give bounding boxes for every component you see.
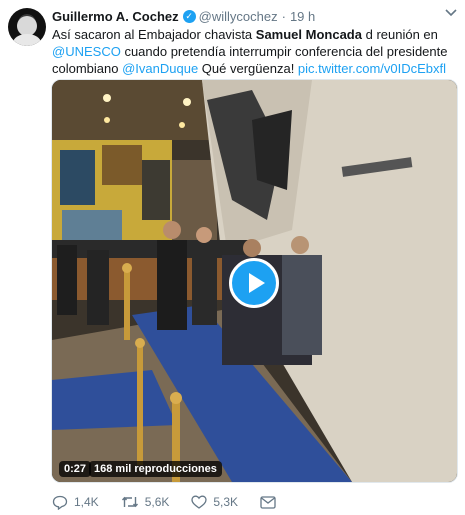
retweet-count: 5,6K [144,495,170,509]
tweet-header: Guillermo A. Cochez ✓ @willycochez · 19 … [52,9,315,24]
text-bold-name: Samuel Moncada [255,27,362,42]
pic-link[interactable]: pic.twitter.com/v0IDcEbxfl [298,61,446,76]
video-view-count: 168 mil reproducciones [89,461,222,477]
direct-message-button[interactable] [260,495,282,509]
video-duration: 0:27 [59,461,92,477]
tweet-card[interactable]: Guillermo A. Cochez ✓ @willycochez · 19 … [0,0,465,515]
tweet-text: Así sacaron al Embajador chavista Samuel… [52,26,460,77]
author-name[interactable]: Guillermo A. Cochez [52,9,179,24]
like-button[interactable]: 5,3K [191,495,238,509]
like-count: 5,3K [213,495,239,509]
video-player[interactable]: 0:27 168 mil reproducciones [51,79,458,483]
mention-link-unesco[interactable]: @UNESCO [52,44,121,59]
like-icon [191,495,208,509]
retweet-button[interactable]: 5,6K [121,495,170,509]
retweet-icon [121,496,138,508]
direct-message-icon [260,495,276,509]
mention-link-ivanduque[interactable]: @IvanDuque [122,61,198,76]
reply-count: 1,4K [74,495,99,509]
verified-badge-icon: ✓ [182,10,196,23]
author-avatar[interactable] [8,8,46,46]
play-icon [249,273,265,293]
reply-button[interactable]: 1,4K [52,495,99,510]
text-plain: Qué vergüenza! [198,61,298,76]
tweet-actions: 1,4K 5,6K 5,3K [52,493,282,511]
caret-down-icon[interactable] [445,8,457,20]
play-button[interactable] [229,258,279,308]
author-handle[interactable]: @willycochez [199,9,278,24]
reply-icon [52,495,68,510]
text-plain: Así sacaron al Embajador chavista [52,27,256,42]
separator-dot: · [281,9,286,24]
text-plain: d reunión en [361,27,438,42]
tweet-timestamp[interactable]: 19 h [290,9,315,24]
